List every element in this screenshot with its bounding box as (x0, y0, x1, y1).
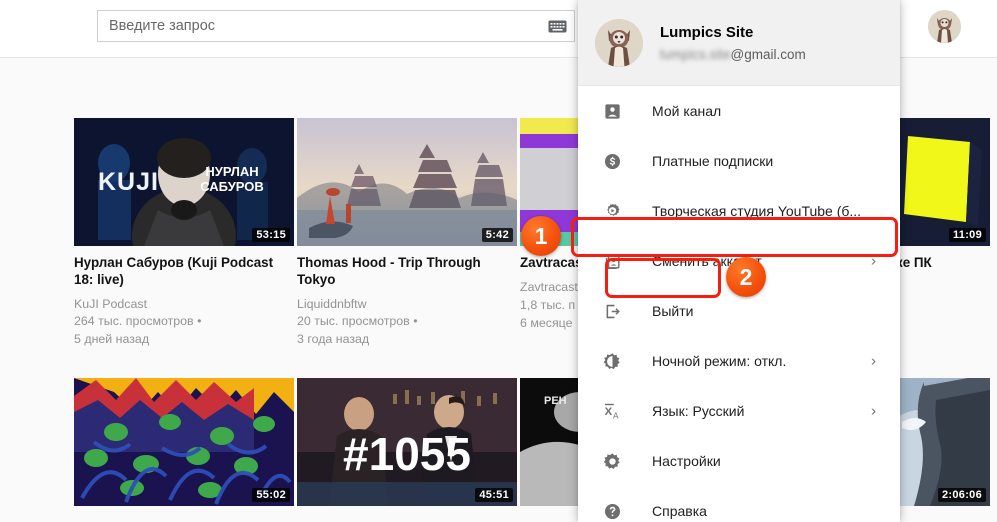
menu-item-label: Платные подписки (652, 153, 774, 169)
youtube-account-menu-screenshot: KUJI НУРЛАН САБУРОВ 53:15 Нурлан Сабуров… (0, 0, 997, 522)
thumbnail-art-mountain (896, 378, 990, 506)
menu-item-label: Язык: Русский (652, 403, 745, 419)
thumbnail-art-psychedelic (74, 378, 294, 506)
account-email-domain: @gmail.com (730, 46, 806, 62)
search-input[interactable] (98, 11, 518, 41)
menu-item-settings[interactable]: Настройки (578, 436, 900, 486)
video-thumbnail[interactable]: 5:42 (297, 118, 517, 246)
account-info: Lumpics Site lumpics.site @gmail.com (660, 23, 806, 61)
search-box[interactable] (97, 10, 575, 42)
video-card[interactable]: 2:06:06 (896, 378, 997, 506)
video-duration: 55:02 (252, 488, 290, 502)
menu-item-creator-studio[interactable]: Творческая студия YouTube (б... (578, 186, 900, 236)
menu-item-language[interactable]: X A Язык: Русский › (578, 386, 900, 436)
svg-text:A: A (612, 410, 618, 420)
annotation-badge-2: 2 (726, 257, 766, 297)
video-meta: Liquiddnbftw 20 тыс. просмотров • 3 года… (297, 296, 517, 350)
sign-out-icon (600, 299, 624, 323)
video-duration: 2:06:06 (937, 488, 986, 502)
video-title[interactable]: ке ПК (896, 255, 997, 272)
video-thumbnail[interactable]: 55:02 (74, 378, 294, 506)
svg-text:KUJI: KUJI (98, 168, 159, 196)
chevron-right-icon[interactable]: › (871, 353, 876, 370)
avatar[interactable] (928, 10, 961, 43)
thumbnail-art-yellow (896, 118, 990, 246)
account-email-blurred: lumpics.site (660, 46, 731, 62)
video-age: 5 дней назад (74, 332, 150, 347)
video-age: 3 года назад (297, 332, 370, 347)
svg-text:РЕН: РЕН (544, 395, 567, 407)
menu-item-label: Настройки (652, 453, 721, 469)
video-thumbnail[interactable]: 11:09 (896, 118, 990, 246)
person-box-icon (600, 99, 624, 123)
video-channel[interactable]: KuJI Podcast (74, 296, 294, 314)
keyboard-icon[interactable] (548, 20, 567, 33)
gear-icon (600, 449, 624, 473)
avatar[interactable] (595, 18, 643, 67)
menu-item-label: Ночной режим: откл. (652, 353, 787, 369)
translate-icon: X A (600, 399, 624, 423)
video-title[interactable]: Нурлан Сабуров (Kuji Podcast 18: live) (74, 255, 294, 289)
video-card[interactable]: 55:02 (74, 378, 294, 506)
svg-text:#1055: #1055 (343, 428, 471, 480)
menu-item-label: Справка (652, 503, 707, 519)
chevron-right-icon[interactable]: › (871, 403, 876, 420)
video-card[interactable]: 5:42 Thomas Hood - Trip Through Tokyo Li… (297, 118, 517, 349)
video-card[interactable]: 11:09 ке ПК (896, 118, 997, 272)
menu-item-label: Творческая студия YouTube (б... (652, 203, 862, 219)
svg-text:НУРЛАН: НУРЛАН (205, 164, 258, 179)
video-meta: KuJI Podcast 264 тыс. просмотров • 5 дне… (74, 296, 294, 350)
video-thumbnail[interactable]: KUJI НУРЛАН САБУРОВ 53:15 (74, 118, 294, 246)
help-circle-icon (600, 499, 624, 522)
brightness-icon (600, 349, 624, 373)
video-duration: 53:15 (252, 228, 290, 242)
thumbnail-art-tokyo (297, 118, 517, 246)
svg-text:X: X (604, 406, 612, 418)
menu-item-help[interactable]: Справка (578, 486, 900, 522)
account-name: Lumpics Site (660, 24, 754, 42)
video-duration: 45:51 (475, 488, 513, 502)
video-thumbnail[interactable]: 2:06:06 (896, 378, 990, 506)
menu-item-night-mode[interactable]: Ночной режим: откл. › (578, 336, 900, 386)
menu-item-paid-subscriptions[interactable]: Платные подписки (578, 136, 900, 186)
account-avatar-image (595, 18, 643, 67)
video-title[interactable]: Thomas Hood - Trip Through Tokyo (297, 255, 517, 289)
thumbnail-art-kuji: KUJI НУРЛАН САБУРОВ (74, 118, 294, 246)
video-card[interactable]: KUJI НУРЛАН САБУРОВ 53:15 Нурлан Сабуров… (74, 118, 294, 349)
account-email: lumpics.site @gmail.com (660, 47, 806, 62)
switch-account-icon (600, 249, 624, 273)
account-menu-header[interactable]: Lumpics Site lumpics.site @gmail.com (578, 0, 900, 86)
annotation-badge-1: 1 (521, 216, 561, 256)
video-channel[interactable]: Liquiddnbftw (297, 296, 517, 314)
video-views: 20 тыс. просмотров • (297, 314, 418, 329)
menu-item-my-channel[interactable]: Мой канал (578, 86, 900, 136)
thumbnail-art-talkshow: #1055 (297, 378, 517, 506)
video-duration: 5:42 (481, 228, 513, 242)
video-views: 264 тыс. просмотров • (74, 314, 202, 329)
video-thumbnail[interactable]: #1055 45:51 (297, 378, 517, 506)
dollar-circle-icon (600, 149, 624, 173)
chevron-right-icon[interactable]: › (871, 253, 876, 270)
menu-item-label: Мой канал (652, 103, 722, 119)
video-duration: 11:09 (948, 228, 986, 242)
menu-item-label: Выйти (652, 303, 694, 319)
gear-play-icon (600, 199, 624, 223)
svg-text:САБУРОВ: САБУРОВ (200, 179, 264, 194)
video-card[interactable]: #1055 45:51 (297, 378, 517, 506)
account-avatar-image (928, 10, 961, 43)
